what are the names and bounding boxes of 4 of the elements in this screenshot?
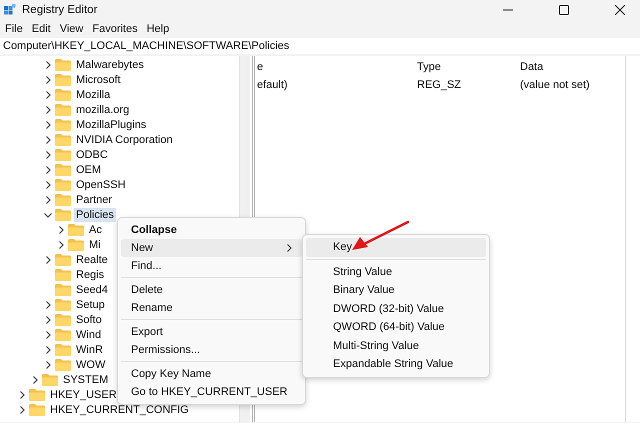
table-cell-text: efault) [256,79,289,91]
table-cell-text: (value not set) [519,79,590,91]
table-cell-text: REG_SZ [416,79,462,91]
window-title: Registry Editor [22,4,98,16]
